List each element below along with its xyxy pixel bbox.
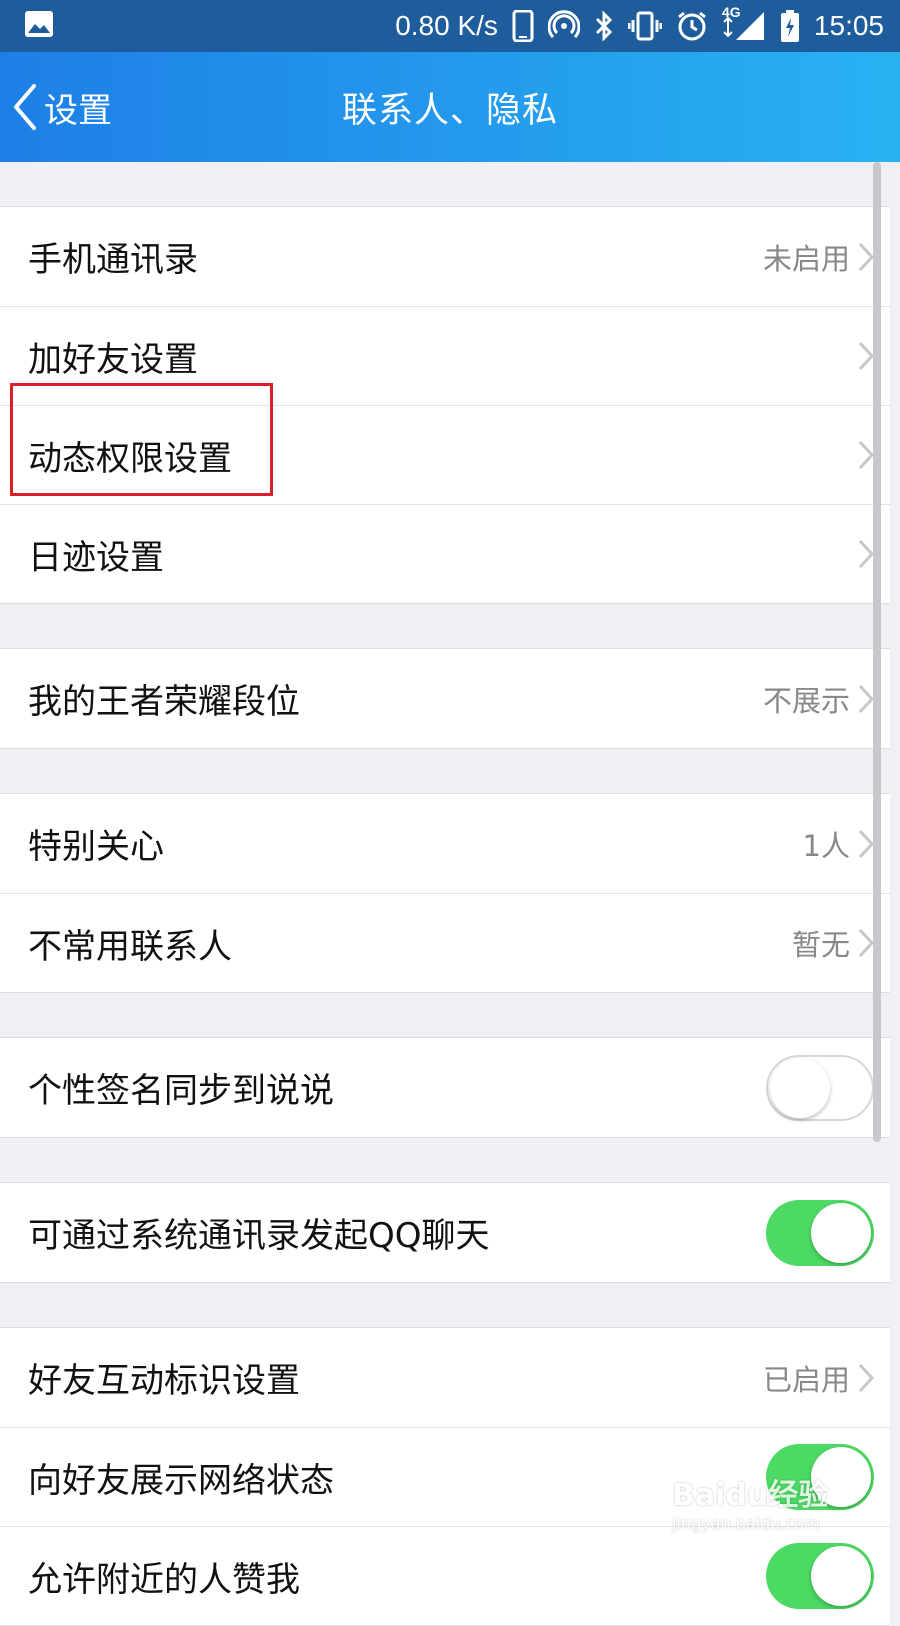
watermark: Baidu经验 jingyan.baidu.com — [672, 1470, 828, 1533]
row-label: 不常用联系人 — [28, 926, 232, 967]
page-title: 联系人、隐私 — [341, 90, 558, 131]
scrollbar[interactable] — [873, 162, 881, 1142]
network-type: 4G — [721, 4, 741, 20]
watermark-logo: Baidu经验 — [672, 1478, 829, 1513]
row-system-contacts-chat: 可通过系统通讯录发起QQ聊天 — [0, 1183, 890, 1282]
nav-bar: 设置 联系人、隐私 — [0, 52, 900, 162]
row-label: 手机通讯录 — [28, 240, 198, 280]
row-label: 日迹设置 — [28, 537, 164, 578]
battery-icon — [780, 9, 800, 43]
row-label: 特别关心 — [28, 827, 164, 867]
nearby-likes-toggle[interactable] — [766, 1543, 874, 1609]
row-label: 个性签名同步到说说 — [28, 1071, 334, 1111]
phone-icon — [512, 10, 534, 42]
settings-group-special: 特别关心 1人 不常用联系人 暂无 — [0, 793, 890, 993]
row-infrequent-contacts[interactable]: 不常用联系人 暂无 — [0, 893, 890, 992]
vibrate-icon — [627, 10, 662, 42]
toggle-knob — [811, 1546, 871, 1606]
row-daily-trace-settings[interactable]: 日迹设置 — [0, 504, 890, 603]
toggle-knob — [811, 1202, 871, 1263]
row-friend-interaction-badges[interactable]: 好友互动标识设置 已启用 — [0, 1328, 890, 1427]
image-icon — [24, 10, 54, 42]
hotspot-icon — [547, 10, 580, 42]
row-label: 向好友展示网络状态 — [28, 1460, 334, 1501]
settings-group-signature: 个性签名同步到说说 — [0, 1037, 890, 1138]
system-contacts-chat-toggle[interactable] — [766, 1199, 874, 1266]
row-special-care[interactable]: 特别关心 1人 — [0, 794, 890, 893]
row-value: 已启用 — [762, 1362, 850, 1397]
row-signature-sync: 个性签名同步到说说 — [0, 1038, 890, 1137]
net-speed: 0.80 K/s — [395, 10, 498, 41]
row-label: 允许附近的人赞我 — [28, 1559, 300, 1600]
row-value: 未启用 — [762, 241, 850, 276]
bluetooth-icon — [594, 10, 614, 42]
row-nearby-likes: 允许附近的人赞我 — [0, 1526, 890, 1625]
signal-icon: 4G — [722, 4, 766, 42]
row-feed-permission-settings[interactable]: 动态权限设置 — [0, 405, 890, 504]
clock: 15:05 — [813, 10, 884, 41]
settings-list: 手机通讯录 未启用 加好友设置 动态权限设置 日迹设置 我的王者荣耀段位 不展示… — [0, 162, 890, 1626]
row-phone-contacts[interactable]: 手机通讯录 未启用 — [0, 207, 890, 306]
status-bar: 0.80 K/s 4G 15:05 — [0, 0, 900, 52]
row-game-rank[interactable]: 我的王者荣耀段位 不展示 — [0, 649, 890, 748]
settings-group-contacts: 手机通讯录 未启用 加好友设置 动态权限设置 日迹设置 — [0, 206, 890, 604]
row-value: 不展示 — [762, 683, 850, 718]
settings-group-game: 我的王者荣耀段位 不展示 — [0, 648, 890, 749]
row-label: 动态权限设置 — [28, 438, 232, 479]
toggle-knob — [770, 1057, 830, 1118]
settings-group-system-contacts: 可通过系统通讯录发起QQ聊天 — [0, 1182, 890, 1283]
watermark-url: jingyan.baidu.com — [672, 1514, 820, 1533]
row-label: 好友互动标识设置 — [28, 1361, 300, 1401]
alarm-icon — [676, 10, 708, 42]
row-value: 暂无 — [791, 928, 850, 962]
row-add-friend-settings[interactable]: 加好友设置 — [0, 306, 890, 405]
signature-sync-toggle[interactable] — [766, 1054, 874, 1121]
chevron-right-icon — [856, 1361, 876, 1395]
row-label: 加好友设置 — [28, 339, 198, 380]
row-label: 我的王者荣耀段位 — [28, 682, 300, 722]
row-label: 可通过系统通讯录发起QQ聊天 — [28, 1216, 490, 1256]
row-value: 1人 — [802, 828, 850, 863]
